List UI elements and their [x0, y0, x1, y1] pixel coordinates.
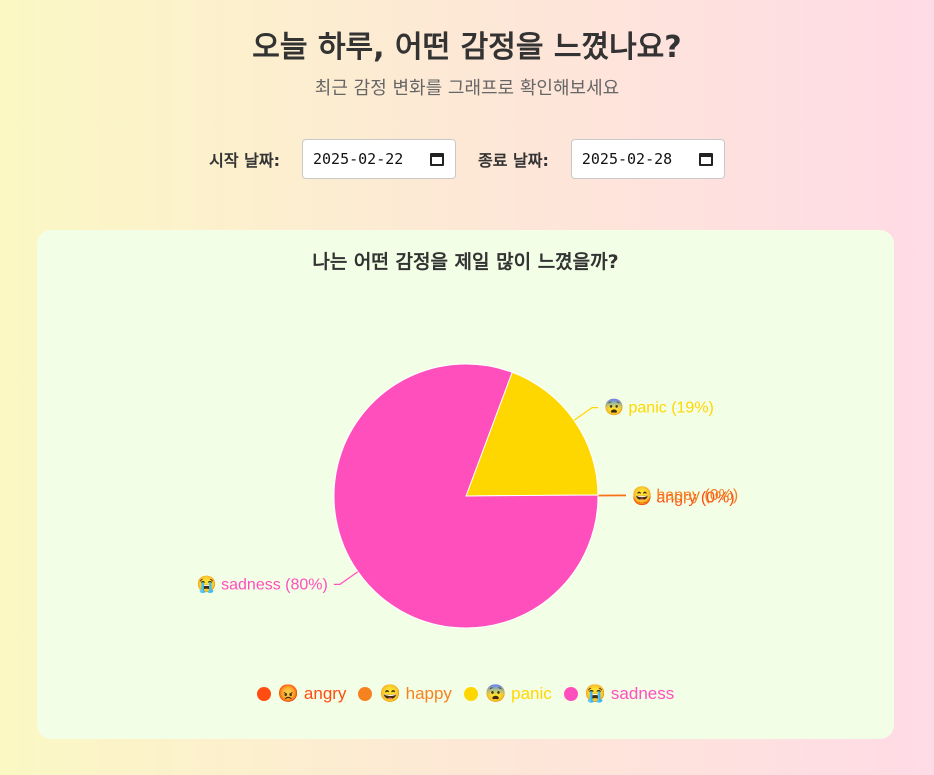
slice-label-panic: 😨 panic (19%): [604, 399, 714, 417]
angry-emoji-icon: 😡: [277, 684, 299, 703]
legend-color-dot: [563, 687, 578, 701]
slice-label-happy: 😄 happy (0%): [632, 486, 738, 504]
start-date-label: 시작 날짜:: [209, 151, 280, 170]
legend-color-dot: [463, 687, 478, 701]
start-date-value: 2025-02-22: [313, 150, 404, 168]
calendar-icon[interactable]: [429, 151, 445, 167]
emotion-chart-card: 나는 어떤 감정을 제일 많이 느꼈을까? 😡 angry (0%) 😄 happ…: [37, 230, 894, 739]
chart-legend: 😡 angry 😄 happy 😨 panic 😭 sadness: [37, 684, 894, 704]
end-date-value: 2025-02-28: [581, 150, 673, 168]
legend-label: happy: [405, 684, 452, 703]
legend-color-dot: [358, 687, 373, 701]
legend-label: sadness: [610, 684, 675, 703]
panic-emoji-icon: 😨: [484, 684, 507, 703]
end-date-label: 종료 날짜:: [478, 151, 549, 170]
leader-line-sadness: [333, 571, 359, 585]
leader-line-panic: [573, 407, 599, 421]
start-date-input[interactable]: 2025-02-22: [302, 139, 456, 179]
page-subtitle: 최근 감정 변화를 그래프로 확인해보세요: [314, 78, 620, 99]
legend-label: panic: [511, 684, 552, 703]
legend-color-dot: [256, 687, 271, 701]
pie-chart: 😡 angry (0%)😄 happy (0%)😨 panic (19%)😭 s…: [197, 363, 738, 629]
legend-item-panic[interactable]: 😨 panic: [463, 684, 552, 704]
legend-item-happy[interactable]: 😄 happy: [358, 684, 452, 704]
legend-item-angry[interactable]: 😡 angry: [256, 684, 347, 704]
sadness-emoji-icon: 😭: [584, 684, 606, 703]
happy-emoji-icon: 😄: [379, 684, 401, 703]
calendar-icon[interactable]: [698, 151, 714, 167]
legend-label: angry: [303, 684, 347, 703]
slice-label-sadness: 😭 sadness (80%): [197, 575, 328, 593]
date-filter: 시작 날짜: 2025-02-22 종료 날짜: 2025-02-28: [0, 139, 934, 179]
page-title: 오늘 하루, 어떤 감정을 느꼈나요?: [252, 30, 682, 65]
legend-item-sadness[interactable]: 😭 sadness: [563, 684, 675, 704]
end-date-input[interactable]: 2025-02-28: [570, 139, 725, 179]
